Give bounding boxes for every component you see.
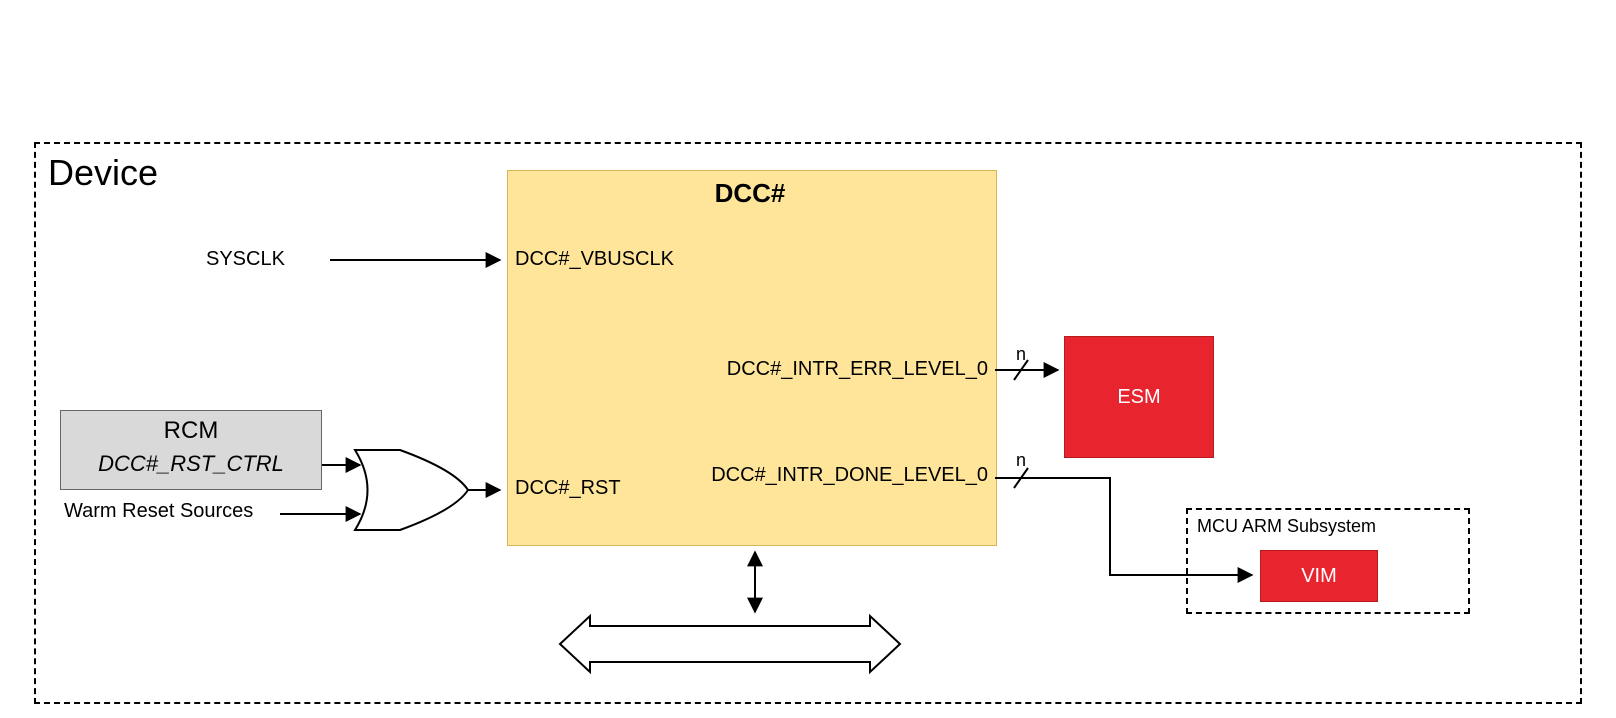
vim-label: VIM bbox=[1301, 565, 1337, 588]
signal-warm-reset: Warm Reset Sources bbox=[64, 500, 253, 523]
dcc-port-intr-err: DCC#_INTR_ERR_LEVEL_0 bbox=[636, 358, 988, 381]
dcc-port-vbusclk: DCC#_VBUSCLK bbox=[515, 248, 674, 271]
dcc-port-rst: DCC#_RST bbox=[515, 477, 621, 500]
interconnect-label: INFRA0 VBUSP Interconnect bbox=[598, 631, 858, 654]
signal-sysclk: SYSCLK bbox=[206, 248, 285, 271]
bus-width-err: n bbox=[1016, 344, 1026, 365]
bus-width-done: n bbox=[1016, 450, 1026, 471]
dcc-port-intr-done: DCC#_INTR_DONE_LEVEL_0 bbox=[620, 464, 988, 487]
vim-block: VIM bbox=[1260, 550, 1378, 602]
mcu-title: MCU ARM Subsystem bbox=[1197, 516, 1376, 537]
esm-block: ESM bbox=[1064, 336, 1214, 458]
device-title: Device bbox=[48, 152, 158, 194]
rcm-block: RCM DCC#_RST_CTRL bbox=[60, 410, 322, 490]
dcc-title: DCC# bbox=[690, 178, 810, 209]
esm-label: ESM bbox=[1117, 386, 1160, 409]
rcm-title: RCM bbox=[61, 417, 321, 445]
rcm-reg: DCC#_RST_CTRL bbox=[61, 451, 321, 477]
